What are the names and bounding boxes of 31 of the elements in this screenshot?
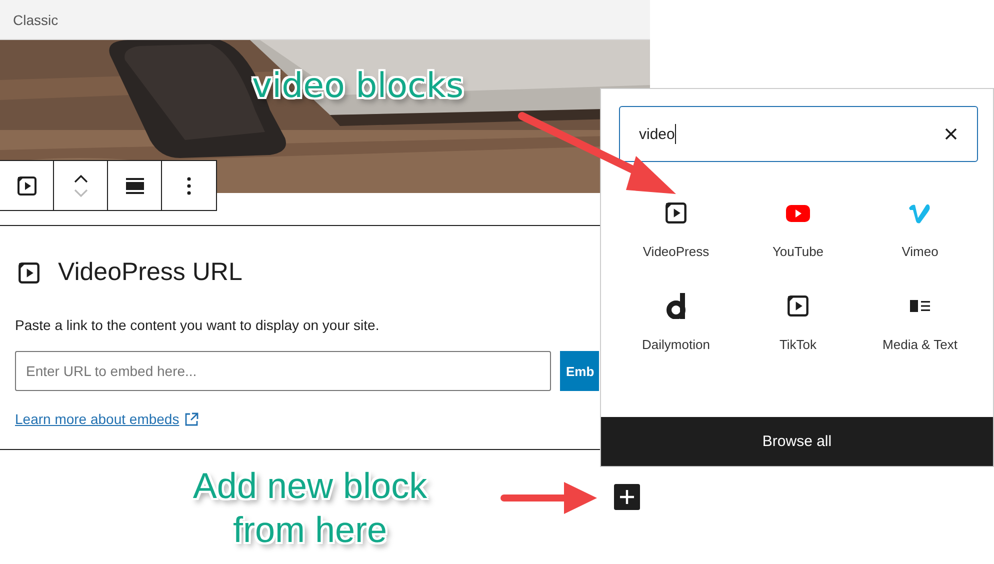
block-item[interactable]: VideoPress (615, 200, 737, 259)
block-item[interactable]: YouTube (737, 200, 859, 259)
block-item[interactable]: Dailymotion (615, 293, 737, 352)
annotation-text: video blocks (252, 66, 464, 106)
block-title: VideoPress URL (58, 258, 242, 287)
video-icon (665, 202, 687, 224)
video-icon (18, 262, 40, 284)
plus-icon (620, 490, 634, 504)
url-field[interactable]: Enter URL to embed here... (15, 351, 551, 391)
more-icon (187, 176, 191, 194)
video-icon (787, 295, 809, 317)
video-icon (16, 176, 36, 196)
browse-all-button[interactable]: Browse all (601, 417, 993, 466)
v-letter-icon (908, 202, 932, 224)
add-block-button[interactable] (614, 484, 640, 510)
block-description: Paste a link to the content you want to display on your site. (15, 317, 380, 333)
external-link-icon (184, 412, 200, 426)
d-letter-icon (666, 293, 686, 319)
block-item[interactable]: Media & Text (859, 293, 981, 352)
close-icon[interactable] (945, 128, 957, 140)
embed-button[interactable]: Emb (560, 351, 599, 391)
search-field[interactable]: video (619, 106, 978, 162)
search-value: video (639, 126, 675, 142)
block-item[interactable]: TikTok (737, 293, 859, 352)
block-label: Classic (13, 12, 58, 28)
annotation-text: Add new block from here (192, 464, 428, 552)
block-item[interactable]: Vimeo (859, 200, 981, 259)
media-text-icon (910, 299, 930, 313)
learn-more-link[interactable]: Learn more about embeds (15, 411, 180, 427)
play-icon (786, 204, 810, 222)
align-icon (126, 176, 144, 194)
